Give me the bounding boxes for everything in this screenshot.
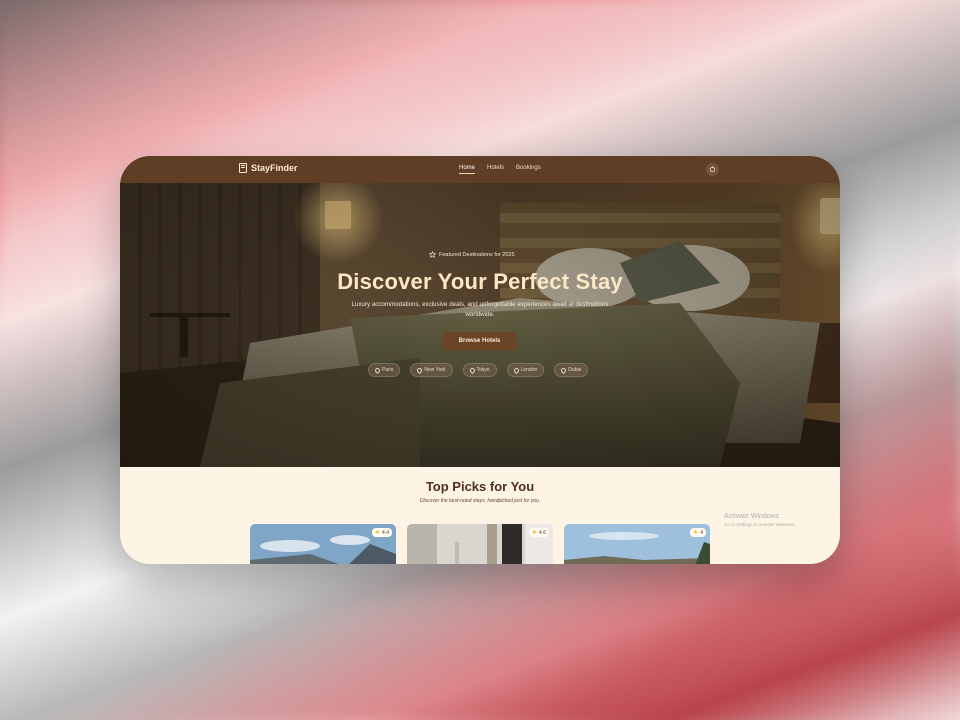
watermark-title: Activate Windows (724, 513, 780, 520)
destination-chip-london[interactable]: London (506, 363, 545, 377)
hero-title: Discover Your Perfect Stay (337, 269, 623, 294)
brand-logo[interactable]: StayFinder (239, 163, 298, 173)
star-filled-icon: ★ (531, 530, 538, 536)
hero-section: Featured Destinations for 2025 Discover … (120, 183, 840, 467)
featured-badge-text: Featured Destinations for 2025 (439, 251, 515, 258)
nav-link-hotels[interactable]: Hotels (487, 165, 504, 174)
hero-overlay (120, 183, 840, 467)
map-pin-icon (560, 366, 568, 374)
map-pin-icon (416, 366, 424, 374)
rating-value: 4 (700, 529, 703, 536)
featured-badge: Featured Destinations for 2025 (425, 249, 519, 260)
hotel-building-icon (239, 163, 247, 173)
star-filled-icon: ★ (374, 530, 381, 536)
destination-chip-label: Paris (382, 367, 394, 373)
nav-links: Home Hotels Bookings (459, 165, 541, 174)
hotel-card[interactable]: ★ 4 (564, 524, 710, 564)
map-pin-icon (373, 366, 382, 374)
theme-toggle-button[interactable] (706, 163, 719, 176)
nav-link-bookings[interactable]: Bookings (516, 165, 541, 174)
hero-subtitle: Luxury accommodations, exclusive deals, … (351, 301, 609, 318)
top-picks-subtitle: Discover the best-rated stays, handpicke… (419, 498, 541, 504)
brand-name: StayFinder (251, 163, 298, 173)
star-filled-icon: ★ (692, 530, 699, 536)
rating-badge: ★ 4.4 (371, 528, 392, 537)
browse-hotels-button[interactable]: Browse Hotels (443, 332, 516, 350)
hotel-card-image (564, 524, 710, 564)
top-navbar: StayFinder Home Hotels Bookings (120, 156, 840, 183)
theme-toggle-icon (709, 166, 716, 173)
activate-windows-watermark: Activate Windows Go to Settings to activ… (724, 513, 795, 527)
nav-link-home[interactable]: Home (459, 165, 476, 174)
destination-chips: Paris New York Tokyo London Dubai (368, 363, 589, 377)
rating-value: 4.6 (539, 529, 546, 536)
map-pin-icon (512, 366, 520, 374)
rating-value: 4.4 (382, 529, 389, 536)
map-pin-icon (468, 366, 476, 374)
rating-badge: ★ 4.6 (528, 528, 549, 537)
watermark-subtitle: Go to Settings to activate Windows. (724, 522, 796, 527)
destination-chip-label: Dubai (568, 367, 582, 373)
top-picks-title: Top Picks for You (425, 479, 535, 494)
destination-chip-label: London (520, 367, 538, 373)
destination-chip-paris[interactable]: Paris (368, 363, 401, 377)
destination-chip-label: Tokyo (476, 367, 490, 373)
rating-badge: ★ 4 (689, 528, 706, 537)
destination-chip-tokyo[interactable]: Tokyo (462, 363, 497, 377)
destination-chip-label: New York (424, 367, 446, 373)
destination-chip-new-york[interactable]: New York (410, 363, 453, 377)
hotel-card[interactable]: ★ 4.6 (407, 524, 553, 564)
hotel-card[interactable]: ★ 4.4 (250, 524, 396, 564)
destination-chip-dubai[interactable]: Dubai (554, 363, 589, 377)
browser-window: StayFinder Home Hotels Bookings Featured… (120, 156, 840, 564)
star-outline-icon (429, 251, 436, 258)
